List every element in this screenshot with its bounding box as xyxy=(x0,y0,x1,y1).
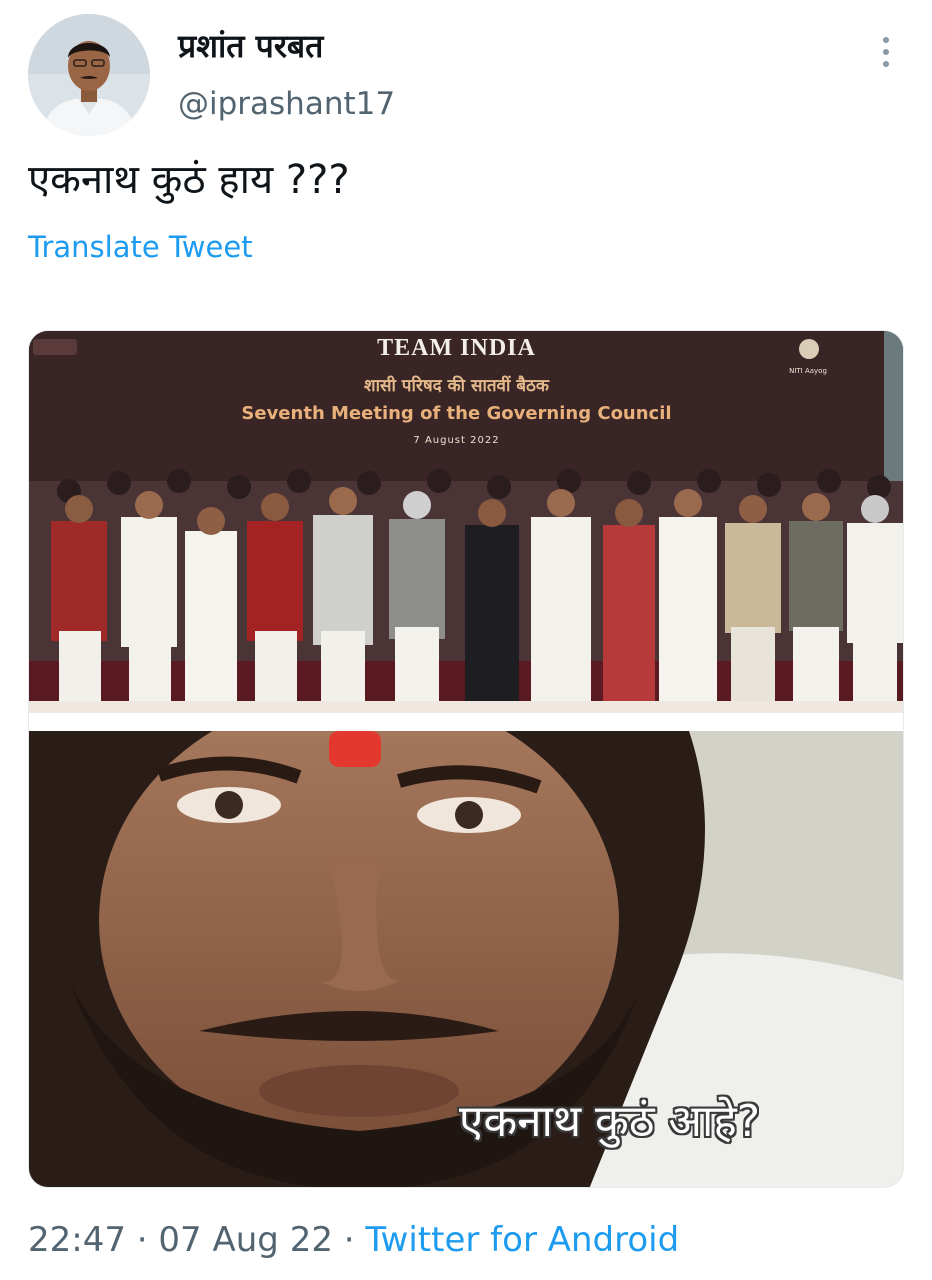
tweet-time[interactable]: 22:47 xyxy=(28,1220,126,1260)
tweet-date[interactable]: 07 Aug 22 xyxy=(158,1220,333,1260)
user-handle[interactable]: @iprashant17 xyxy=(178,86,395,122)
meme-photo: एकनाथ कुठं आहे? xyxy=(29,731,903,1187)
menu-dot xyxy=(883,61,889,67)
banner-date: 7 August 2022 xyxy=(413,435,500,446)
meme-caption: एकनाथ कुठं आहे? xyxy=(459,1096,761,1147)
menu-dot xyxy=(883,37,889,43)
display-name[interactable]: प्रशांत परबत xyxy=(178,24,323,67)
tweet-media[interactable]: TEAM INDIA शासी परिषद की सातवीं बैठक Sev… xyxy=(28,330,904,1188)
tweet-source-link[interactable]: Twitter for Android xyxy=(365,1220,679,1260)
banner-subtitle-english: Seventh Meeting of the Governing Council xyxy=(241,403,672,424)
avatar[interactable] xyxy=(28,14,150,136)
avatar-image xyxy=(28,14,150,136)
more-vertical-icon[interactable] xyxy=(868,32,904,72)
meta-separator: · xyxy=(136,1220,148,1260)
tweet-meta: 22:47 · 07 Aug 22 · Twitter for Android xyxy=(28,1220,679,1260)
tweet-text: एकनाथ कुठं हाय ??? xyxy=(28,157,350,203)
group-photo: TEAM INDIA शासी परिषद की सातवीं बैठक Sev… xyxy=(29,331,903,713)
menu-dot xyxy=(883,49,889,55)
banner-subtitle-hindi: शासी परिषद की सातवीं बैठक xyxy=(364,376,549,396)
meta-separator: · xyxy=(343,1220,355,1260)
translate-tweet-link[interactable]: Translate Tweet xyxy=(28,230,253,264)
banner-title: TEAM INDIA xyxy=(377,335,536,361)
niti-aayog-logo: NITI Aayog xyxy=(789,367,827,375)
